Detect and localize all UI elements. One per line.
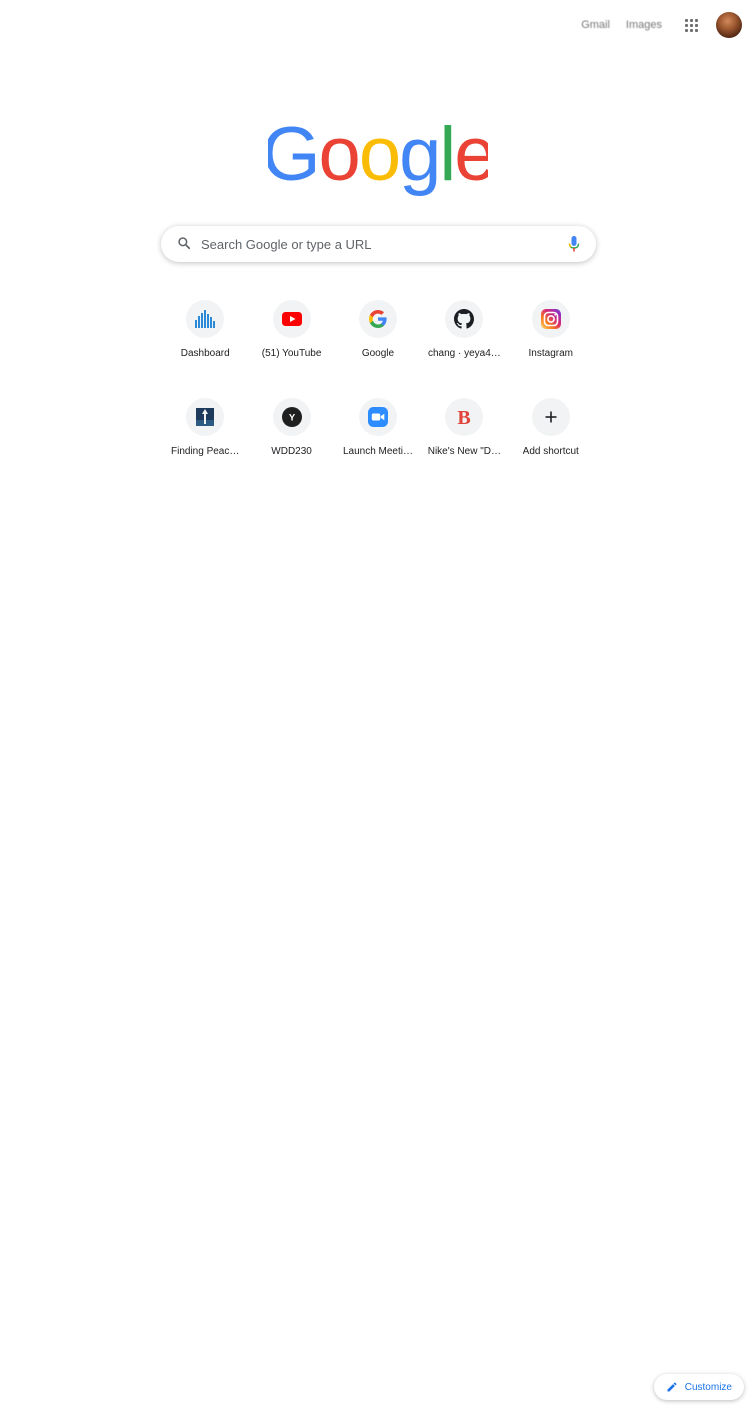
shortcut-finding-peace[interactable]: Finding Peac… [162,394,248,474]
svg-text:Google: Google [268,112,488,197]
gmail-link[interactable]: Gmail [581,19,610,31]
customize-button[interactable]: Customize [653,1374,744,1400]
shortcut-wdd230[interactable]: Y WDD230 [248,394,334,474]
microphone-icon[interactable] [568,235,580,253]
shortcut-label: Finding Peac… [171,446,240,457]
shortcuts-grid: Dashboard (51) YouTube Google chang · ye… [162,296,594,474]
shortcut-label: Instagram [528,348,573,359]
y-circle-icon: Y [272,398,311,436]
shortcut-label: Dashboard [180,348,230,359]
google-logo-svg: Google [261,112,496,197]
top-bar: Gmail Images [581,10,742,40]
svg-text:Y: Y [288,413,295,424]
logo-letter: l [439,112,454,197]
shortcut-youtube[interactable]: (51) YouTube [248,296,334,376]
images-link[interactable]: Images [626,19,662,31]
search-input[interactable] [201,226,541,262]
apps-grid-icon[interactable] [678,12,704,38]
pencil-icon [667,1382,677,1392]
shortcut-dashboard[interactable]: Dashboard [162,296,248,376]
finding-peace-icon [186,398,225,436]
dashboard-bars-icon [186,300,225,338]
github-icon [445,300,484,338]
shortcut-label: Add shortcut [522,446,579,457]
google-g-icon [358,300,397,338]
youtube-icon [272,300,311,338]
plus-icon [531,398,570,436]
logo-letter: G [268,112,319,197]
shortcut-launch-meeting[interactable]: Launch Meeti… [335,394,421,474]
b-letter-icon: B [445,398,484,436]
search-box[interactable] [161,226,596,262]
shortcut-label: WDD230 [271,446,312,457]
instagram-icon [531,300,570,338]
search-icon [178,237,191,250]
shortcut-label: chang · yeya4… [427,348,501,359]
shortcut-nike-article[interactable]: B Nike's New "D… [421,394,507,474]
shortcut-label: (51) YouTube [261,348,322,359]
shortcut-label: Nike's New "D… [427,446,501,457]
shortcut-github[interactable]: chang · yeya4… [421,296,507,376]
account-avatar[interactable] [716,12,742,38]
shortcut-label: Launch Meeti… [342,446,413,457]
google-logo: Google [0,112,756,207]
zoom-icon [358,398,397,436]
customize-label: Customize [684,1381,732,1393]
add-shortcut-button[interactable]: Add shortcut [508,394,594,474]
shortcut-instagram[interactable]: Instagram [508,296,594,376]
logo-letter: o [359,112,399,197]
logo-letter: o [319,112,359,197]
logo-letter: e [454,112,488,197]
shortcut-google[interactable]: Google [335,296,421,376]
shortcut-label: Google [361,348,395,359]
logo-letter: g [399,112,439,197]
svg-text:B: B [458,407,471,427]
